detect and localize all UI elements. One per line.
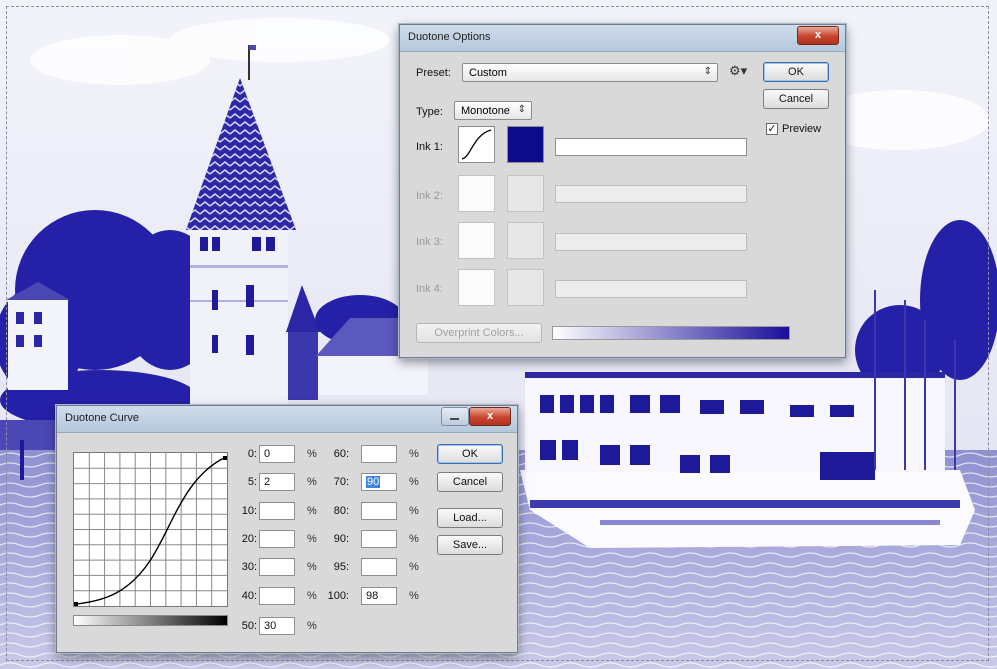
percent-label: % (307, 561, 317, 573)
dialog-title: Duotone Curve (65, 412, 139, 424)
preview-label: Preview (782, 123, 822, 135)
close-button[interactable]: x (797, 26, 839, 45)
ink-4-curve-thumbnail (458, 269, 495, 306)
close-button[interactable]: x (469, 407, 511, 426)
duotone-options-titlebar[interactable]: Duotone Options x (400, 25, 845, 52)
tone-gradient-bar (552, 326, 790, 340)
curve-point-label: 10: (241, 505, 257, 517)
curve-point-label: 80: (333, 505, 349, 517)
duotone-options-dialog: Duotone Options x Preset: Custom ⇕ ⚙▾ OK… (399, 24, 846, 358)
curve-point-label: 90: (333, 533, 349, 545)
gear-icon[interactable]: ⚙▾ (729, 63, 747, 79)
minimize-button[interactable] (441, 407, 469, 426)
percent-label: % (307, 505, 317, 517)
ink-1-color-swatch[interactable] (507, 126, 544, 163)
percent-label: % (409, 476, 419, 488)
curve-point-field[interactable] (361, 445, 397, 463)
type-label: Type: (416, 106, 443, 118)
preset-value: Custom (469, 67, 507, 79)
ink-1-name-field[interactable] (555, 138, 747, 156)
ink-3-label: Ink 3: (416, 236, 443, 248)
load-button[interactable]: Load... (437, 508, 503, 528)
curve-point-field[interactable] (361, 530, 397, 548)
curve-graph[interactable] (73, 452, 228, 607)
percent-label: % (409, 533, 419, 545)
type-select[interactable]: Monotone ⇕ (454, 101, 532, 120)
ok-button[interactable]: OK (437, 444, 503, 464)
curve-point-field[interactable]: 98 (361, 587, 397, 605)
duotone-curve-titlebar[interactable]: Duotone Curve x (57, 406, 517, 433)
curve-point-field[interactable]: 90 (361, 473, 397, 491)
curve-point-field[interactable] (259, 587, 295, 605)
dialog-title: Duotone Options (408, 31, 491, 43)
curve-point-field[interactable]: 30 (259, 617, 295, 635)
ink-4-name-field (555, 280, 747, 298)
curve-point-label: 20: (241, 533, 257, 545)
curve-point-value: 98 (366, 590, 379, 602)
curve-point-field[interactable] (259, 502, 295, 520)
save-button[interactable]: Save... (437, 535, 503, 555)
ink-3-color-swatch (507, 222, 544, 259)
curve-point-field[interactable] (361, 558, 397, 576)
curve-point-value: 30 (264, 620, 277, 632)
curve-point-label: 95: (333, 561, 349, 573)
overprint-colors-button: Overprint Colors... (416, 323, 542, 343)
curve-point-value: 2 (264, 476, 271, 488)
percent-label: % (307, 448, 317, 460)
curve-thumbnail-icon (461, 129, 492, 160)
ink-4-label: Ink 4: (416, 283, 443, 295)
updown-arrow-icon: ⇕ (517, 104, 526, 115)
cancel-button[interactable]: Cancel (763, 89, 829, 109)
curve-point-field[interactable]: 2 (259, 473, 295, 491)
curve-point-value: 90 (366, 476, 381, 488)
curve-point-field[interactable] (259, 530, 295, 548)
curve-point-field[interactable]: 0 (259, 445, 295, 463)
preview-checkbox[interactable]: ✓ (766, 123, 778, 135)
curve-grid-svg (74, 453, 227, 606)
ink-2-color-swatch (507, 175, 544, 212)
percent-label: % (409, 590, 419, 602)
percent-label: % (409, 561, 419, 573)
duotone-curve-dialog: Duotone Curve x OK Cancel Load... Save..… (56, 405, 518, 653)
percent-label: % (409, 505, 419, 517)
curve-gradient-bar (73, 615, 228, 626)
curve-point-label: 50: (241, 620, 257, 632)
ink-4-color-swatch (507, 269, 544, 306)
curve-point-value: 0 (264, 448, 271, 460)
curve-point-field[interactable] (259, 558, 295, 576)
ink-3-name-field (555, 233, 747, 251)
percent-label: % (307, 590, 317, 602)
curve-point-label: 0: (247, 448, 257, 460)
curve-point-label: 60: (333, 448, 349, 460)
preset-label: Preset: (416, 67, 451, 79)
preset-select[interactable]: Custom ⇕ (462, 63, 718, 82)
percent-label: % (307, 476, 317, 488)
curve-point-field[interactable] (361, 502, 397, 520)
curve-point-label: 100: (327, 590, 349, 602)
percent-label: % (409, 448, 419, 460)
cancel-button[interactable]: Cancel (437, 472, 503, 492)
ink-2-name-field (555, 185, 747, 203)
ink-3-curve-thumbnail (458, 222, 495, 259)
curve-point-label: 30: (241, 561, 257, 573)
curve-point-label: 40: (241, 590, 257, 602)
curve-point-label: 5: (247, 476, 257, 488)
ink-2-label: Ink 2: (416, 190, 443, 202)
curve-point-label: 70: (333, 476, 349, 488)
percent-label: % (307, 533, 317, 545)
ink-2-curve-thumbnail (458, 175, 495, 212)
ink-1-label: Ink 1: (416, 141, 443, 153)
updown-arrow-icon: ⇕ (703, 66, 712, 77)
ok-button[interactable]: OK (763, 62, 829, 82)
type-value: Monotone (461, 105, 510, 117)
ink-1-curve-thumbnail[interactable] (458, 126, 495, 163)
percent-label: % (307, 620, 317, 632)
